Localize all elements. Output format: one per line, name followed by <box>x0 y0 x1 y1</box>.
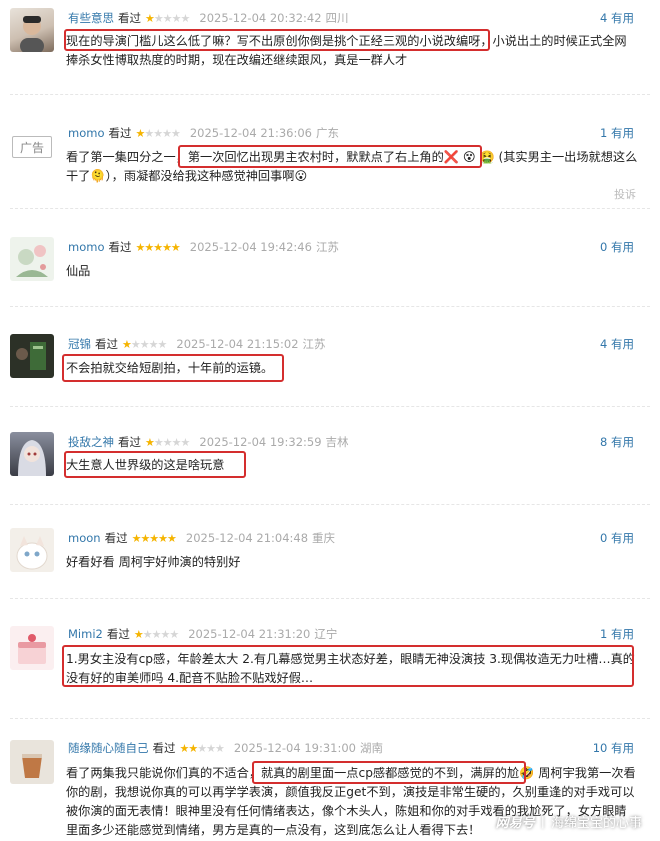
useful-button[interactable]: 8 有用 <box>600 432 634 452</box>
avatar[interactable] <box>10 237 54 281</box>
username-link[interactable]: 随缘随心随自己 <box>68 740 149 756</box>
review-meta: Mimi2 看过 ★★★★★ 2025-12-04 21:31:20 辽宁 <box>68 624 337 644</box>
report-link[interactable]: 投诉 <box>614 186 636 202</box>
watch-status: 看过 <box>104 531 128 545</box>
divider <box>10 598 650 599</box>
location: 湖南 <box>360 741 383 755</box>
username-link[interactable]: momo <box>68 240 104 254</box>
watch-status: 看过 <box>118 435 141 449</box>
location: 辽宁 <box>314 627 338 641</box>
review-meta: momo 看过 ★★★★★ 2025-12-04 19:42:46 江苏 <box>68 237 339 257</box>
timestamp: 2025-12-04 21:15:02 <box>176 337 299 351</box>
avatar[interactable] <box>10 740 54 784</box>
timestamp: 2025-12-04 19:42:46 <box>189 240 312 254</box>
avatar[interactable] <box>10 432 54 476</box>
review-text: 仙品 <box>66 264 91 278</box>
timestamp: 2025-12-04 21:36:06 <box>189 126 312 140</box>
timestamp: 2025-12-04 20:32:42 <box>199 11 322 25</box>
useful-button[interactable]: 4 有用 <box>600 8 634 28</box>
rating-stars: ★★★★★ <box>145 11 190 25</box>
rating-stars: ★★★★★ <box>133 627 179 641</box>
divider <box>10 208 650 209</box>
review-meta: 随缘随心随自己 看过 ★★★★★ 2025-12-04 19:31:00 湖南 <box>68 738 383 758</box>
location: 江苏 <box>302 337 326 351</box>
watermark-logo: 网易号 <box>495 816 535 831</box>
watermark-account: 海绵宝宝的心事 <box>550 816 642 831</box>
watch-status: 看过 <box>108 240 132 254</box>
timestamp: 2025-12-04 19:31:00 <box>233 741 356 755</box>
username-link[interactable]: moon <box>68 531 101 545</box>
timestamp: 2025-12-04 19:32:59 <box>199 435 322 449</box>
useful-button[interactable]: 4 有用 <box>600 334 634 354</box>
watch-status: 看过 <box>118 11 141 25</box>
review-text: 不会拍就交给短剧拍，十年前的运镜。 <box>66 361 274 375</box>
watch-status: 看过 <box>108 126 132 140</box>
review-text: 好看好看 周柯宇好帅演的特别好 <box>66 555 241 569</box>
divider <box>10 406 650 407</box>
username-link[interactable]: 投敌之神 <box>68 434 114 450</box>
rating-stars: ★★★★★ <box>122 337 167 351</box>
username-link[interactable]: Mimi2 <box>68 627 103 641</box>
location: 江苏 <box>315 240 339 254</box>
avatar[interactable] <box>10 334 54 378</box>
location: 四川 <box>325 11 349 25</box>
rating-stars: ★★★★★ <box>135 126 180 140</box>
divider <box>10 94 650 95</box>
divider <box>10 718 650 719</box>
review-meta: 投敌之神 看过 ★★★★★ 2025-12-04 19:32:59 吉林 <box>68 432 349 452</box>
location: 吉林 <box>325 435 349 449</box>
review-text: 看了第一集四分之一，第一次回忆出现男主农村时，默默点了右上角的❌ 😵 🤮 (其实… <box>66 150 638 183</box>
divider <box>10 306 650 307</box>
review-meta: moon 看过 ★★★★★ 2025-12-04 21:04:48 重庆 <box>68 528 335 548</box>
watch-status: 看过 <box>106 627 130 641</box>
rating-stars: ★★★★★ <box>135 240 180 254</box>
rating-stars: ★★★★★ <box>179 741 225 755</box>
avatar[interactable] <box>10 626 54 670</box>
useful-button[interactable]: 1 有用 <box>600 123 634 143</box>
location: 广东 <box>316 126 339 140</box>
username-link[interactable]: momo <box>68 126 104 140</box>
timestamp: 2025-12-04 21:31:20 <box>188 627 311 641</box>
watermark: 网易号 | 海绵宝宝的心事 <box>496 812 642 831</box>
rating-stars: ★★★★★ <box>145 435 190 449</box>
useful-button[interactable]: 10 有用 <box>593 738 634 758</box>
review-meta: momo 看过 ★★★★★ 2025-12-04 21:36:06 广东 <box>68 123 339 143</box>
review-meta: 有些意思 看过 ★★★★★ 2025-12-04 20:32:42 四川 <box>68 8 349 28</box>
useful-button[interactable]: 1 有用 <box>600 624 634 644</box>
avatar[interactable] <box>10 8 54 52</box>
watch-status: 看过 <box>95 337 118 351</box>
review-text: 现在的导演门槛儿这么低了嘛？写不出原创你倒是挑个正经三观的小说改编呀，小说出土的… <box>66 34 627 67</box>
avatar[interactable] <box>10 528 54 572</box>
review-text: 大生意人世界级的这是啥玩意 <box>66 458 225 472</box>
useful-button[interactable]: 0 有用 <box>600 528 634 548</box>
review-text: 1.男女主没有cp感，年龄差太大 2.有几幕感觉男主状态好差，眼睛无神没演技 3… <box>66 652 635 685</box>
review-meta: 冠锦 看过 ★★★★★ 2025-12-04 21:15:02 江苏 <box>68 334 326 354</box>
watch-status: 看过 <box>152 741 176 755</box>
ad-badge: 广告 <box>12 136 52 158</box>
username-link[interactable]: 冠锦 <box>68 336 91 352</box>
watermark-separator: | <box>540 814 545 829</box>
timestamp: 2025-12-04 21:04:48 <box>185 531 309 545</box>
useful-button[interactable]: 0 有用 <box>600 237 634 257</box>
rating-stars: ★★★★★ <box>131 531 177 545</box>
username-link[interactable]: 有些意思 <box>68 10 114 26</box>
divider <box>10 504 650 505</box>
location: 重庆 <box>312 531 336 545</box>
